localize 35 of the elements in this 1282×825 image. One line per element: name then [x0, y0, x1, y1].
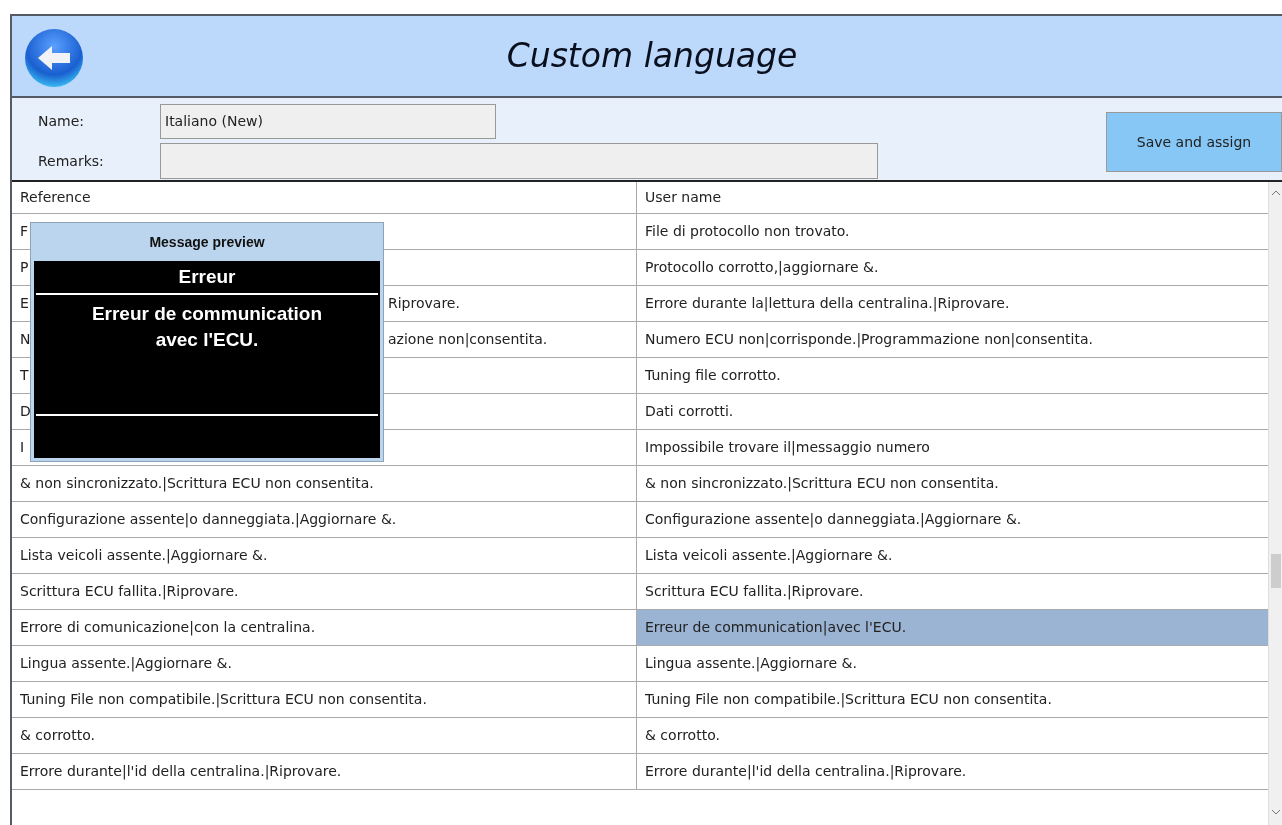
table-cell: Errore durante|l'id della centralina.|Riprovare. — [20, 763, 342, 779]
table-cell: Lista veicoli assente.|Aggiornare &. — [20, 547, 268, 563]
scrollbar[interactable] — [1268, 182, 1282, 825]
save-and-assign-button[interactable]: Save and assign — [1106, 112, 1282, 172]
preview-message: Erreur de communication avec l'ECU. — [36, 295, 378, 416]
remarks-label: Remarks: — [37, 151, 105, 171]
table-cell: Errore di comunicazione|con la centralina. — [20, 619, 316, 635]
name-label: Name: — [37, 112, 86, 131]
table-cell: F — [20, 223, 29, 239]
table-cell: Lingua assente.|Aggiornare &. — [20, 655, 232, 671]
table-cell: T — [20, 367, 29, 383]
table-cell: Tuning File non compatibile.|Scrittura ECU non consentita. — [20, 691, 427, 707]
table-cell: P — [20, 259, 29, 275]
table-cell: E — [20, 295, 29, 311]
window-title: Custom language — [506, 35, 798, 78]
table-cell[interactable]: Erreur de communication|avec l'ECU. — [637, 610, 1268, 645]
preview-title: Message preview — [148, 232, 266, 252]
preview-heading: Erreur — [36, 261, 378, 295]
table-cell: azione non|consentita. — [388, 331, 548, 347]
table-cell: N — [20, 331, 31, 347]
remarks-field[interactable] — [160, 143, 878, 179]
table-cell: D — [20, 403, 31, 419]
table-cell: I — [20, 439, 25, 455]
scrollbar-thumb[interactable] — [1271, 554, 1281, 588]
back-button[interactable] — [24, 28, 84, 88]
name-field[interactable]: Italiano (New) — [160, 104, 496, 139]
table-cell: Configurazione assente|o danneggiata.|Aggiornare &. — [20, 511, 397, 527]
table-cell: Riprovare. — [388, 295, 460, 311]
table-cell: & corrotto. — [20, 727, 95, 743]
scroll-down-icon[interactable] — [1272, 810, 1280, 815]
table-cell: & non sincronizzato.|Scrittura ECU non consentita. — [20, 475, 374, 491]
column-header[interactable]: Reference — [12, 182, 637, 213]
table-cell: Scrittura ECU fallita.|Riprovare. — [20, 583, 239, 599]
scroll-up-icon[interactable] — [1272, 190, 1280, 195]
column-header[interactable]: User name — [637, 182, 1268, 213]
